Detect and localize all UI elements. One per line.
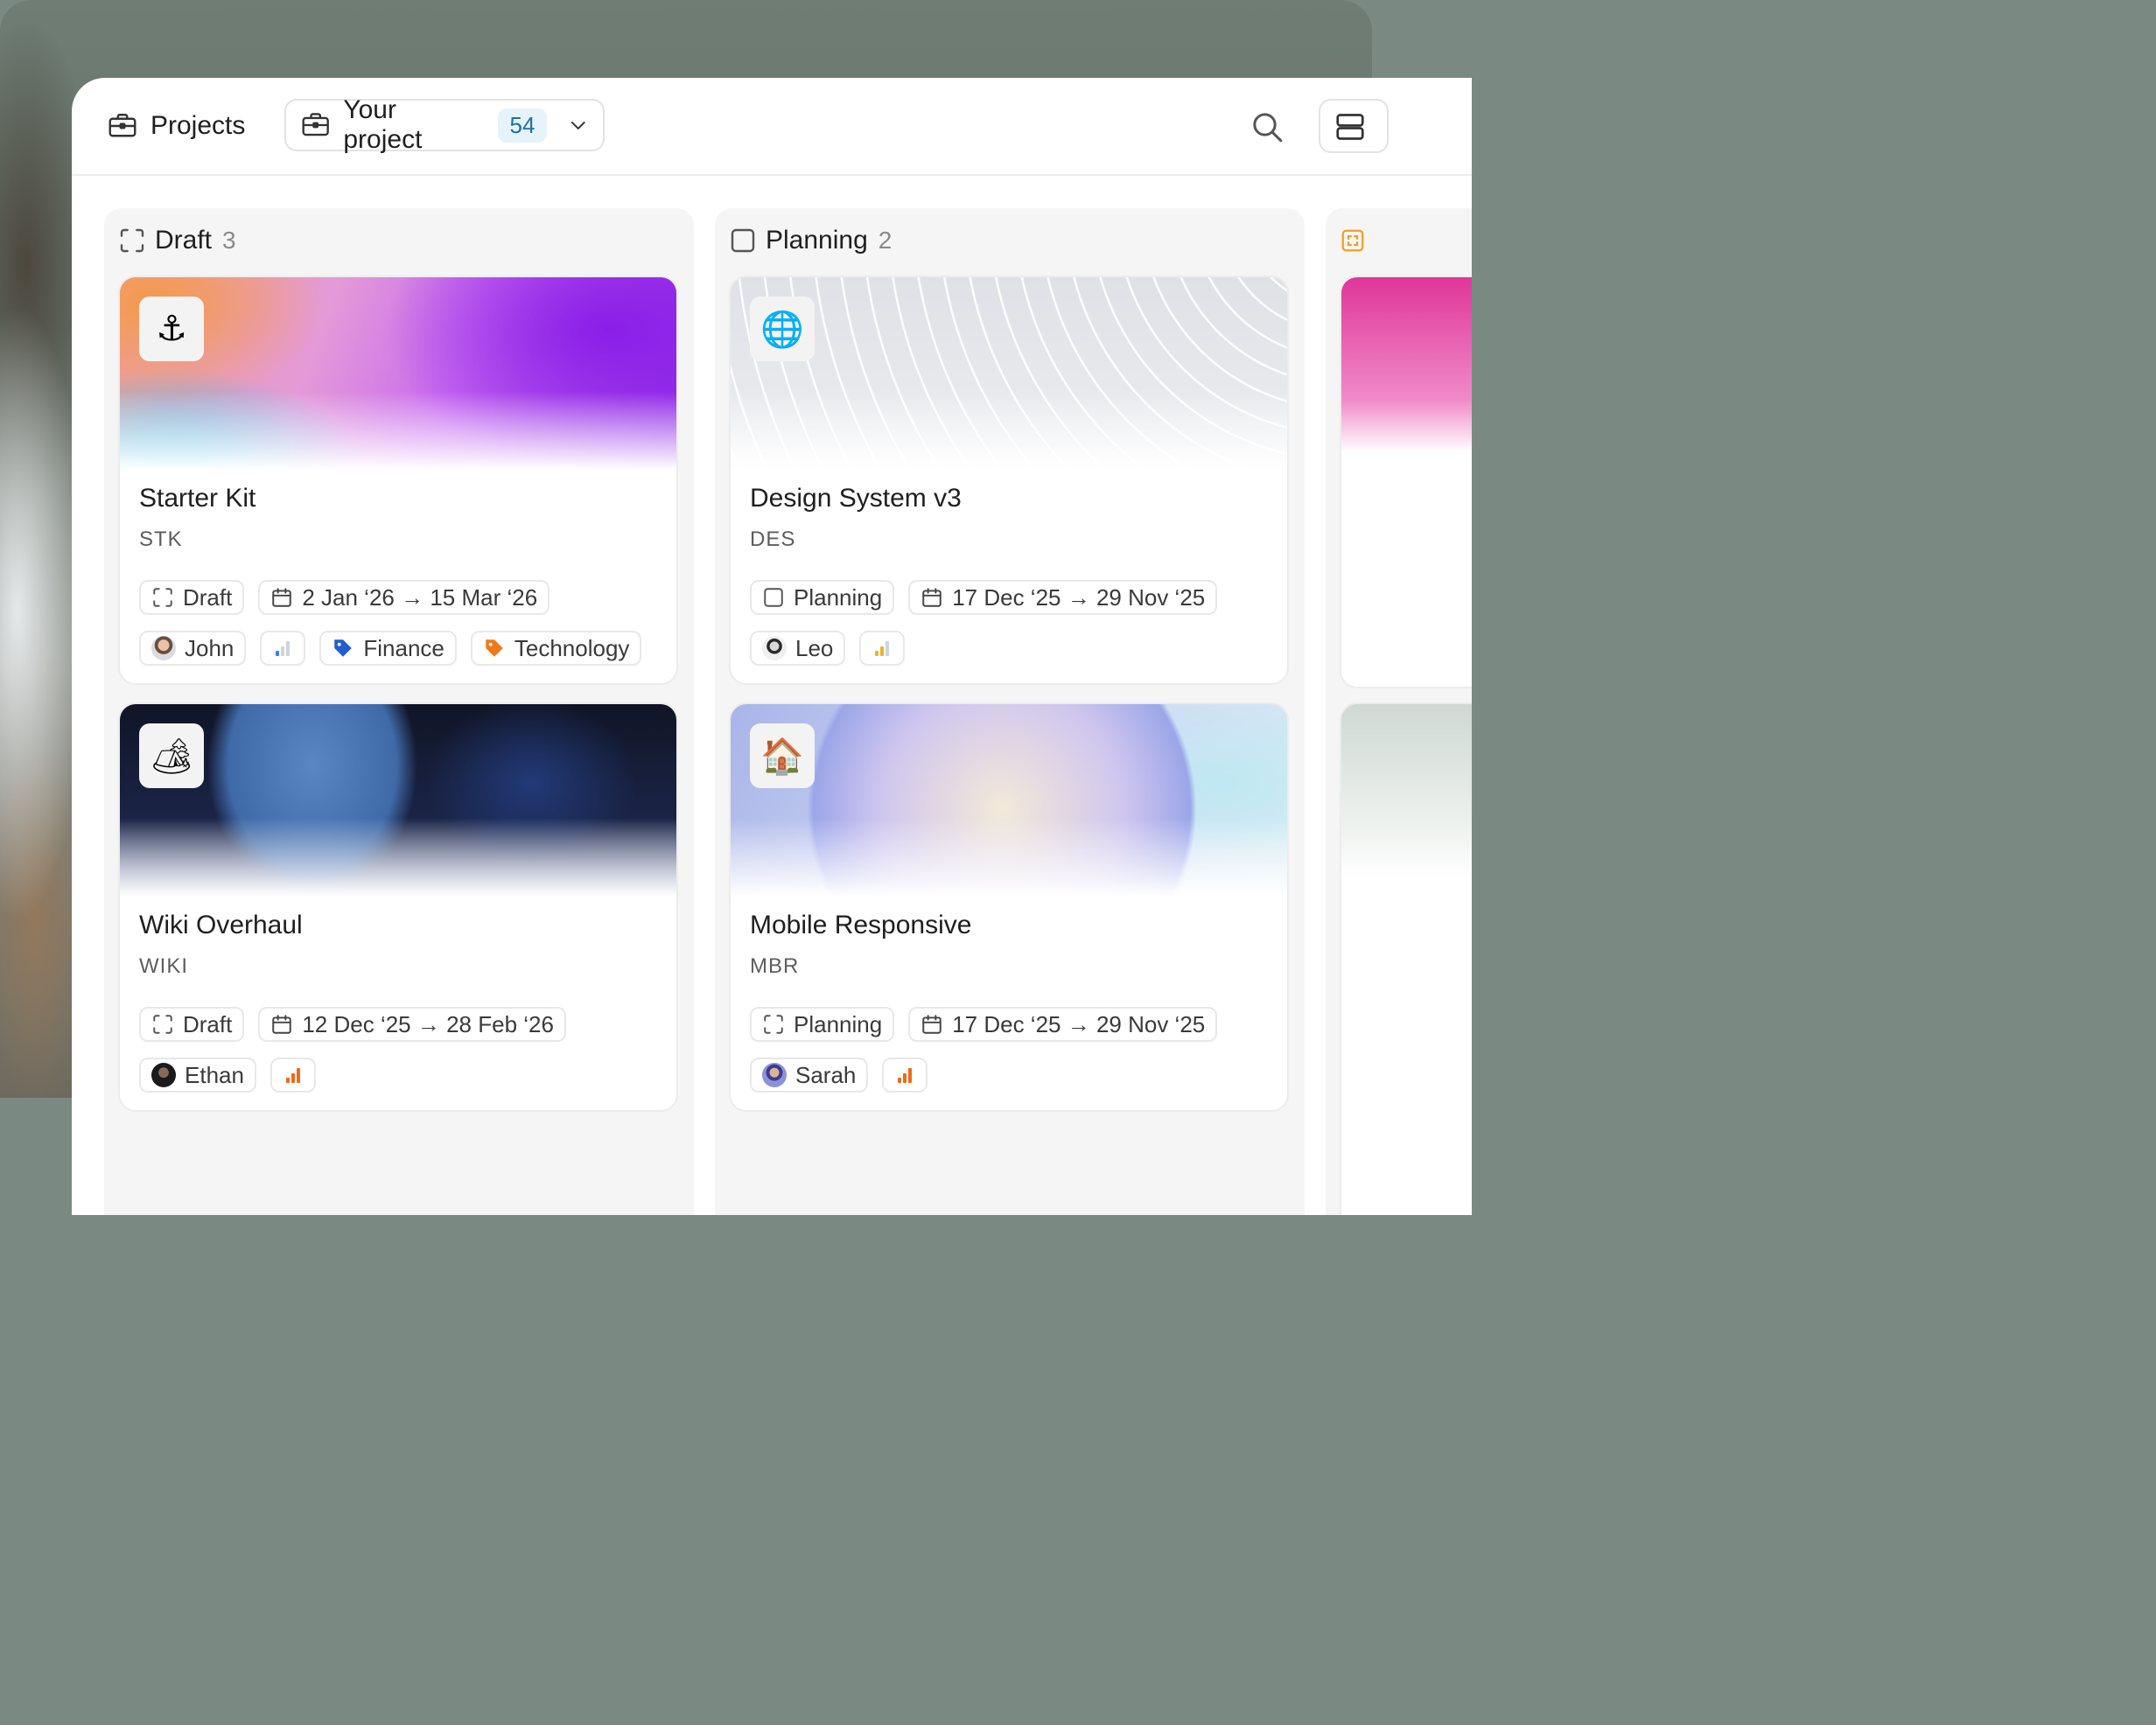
layout-rows-icon xyxy=(1336,114,1364,140)
tag-pill-technology[interactable]: Technology xyxy=(470,631,642,666)
card-key: DES xyxy=(750,527,796,551)
column-planning: Planning 2 🌐 Design System v3 DES Planni… xyxy=(715,208,1305,1215)
project-card-partial[interactable] xyxy=(1340,702,1472,1215)
column-title: Draft xyxy=(155,226,213,255)
project-card[interactable]: ⚓ Starter Kit STK Draft 2 Jan ‘26 → 15 M… xyxy=(118,276,678,685)
house-icon: 🏠 xyxy=(750,723,815,788)
column-draft: Draft 3 ⚓ Starter Kit STK Draft 2 Jan ‘2… xyxy=(104,208,694,1215)
planning-status-icon xyxy=(764,588,783,607)
card-key: WIKI xyxy=(139,954,188,978)
date-range-label: 17 Dec ‘25 → 29 Nov ‘25 xyxy=(952,583,1206,611)
priority-pill[interactable] xyxy=(270,1058,316,1093)
top-bar: Projects Your project 54 xyxy=(72,78,1472,176)
avatar xyxy=(762,636,787,660)
priority-pill[interactable] xyxy=(882,1058,928,1093)
project-card[interactable]: 🌐 Design System v3 DES Planning 17 Dec ‘… xyxy=(729,276,1289,685)
breadcrumb-label: Projects xyxy=(150,111,246,140)
priority-bars-icon xyxy=(285,1068,300,1083)
assignee-pill[interactable]: John xyxy=(139,631,247,666)
status-label: Planning xyxy=(794,1010,883,1037)
column-header: Draft 3 xyxy=(118,226,236,255)
avatar xyxy=(151,636,176,660)
calendar-icon xyxy=(272,588,292,607)
briefcase-icon xyxy=(302,113,329,136)
view-toggle-button[interactable] xyxy=(1319,99,1389,153)
priority-bars-icon xyxy=(875,641,890,656)
column-count: 2 xyxy=(878,227,892,254)
assignee-name: Sarah xyxy=(795,1061,857,1088)
column-next-partial xyxy=(1326,208,1472,1215)
calendar-icon xyxy=(272,1015,292,1034)
assignee-name: Ethan xyxy=(185,1061,244,1088)
status-pill[interactable]: Planning xyxy=(750,1007,895,1042)
calendar-icon xyxy=(922,1015,942,1034)
globe-icon: 🌐 xyxy=(750,297,815,361)
project-selector-label: Your project xyxy=(343,95,423,154)
tent-icon: 🏕 xyxy=(139,723,204,788)
project-card-partial[interactable] xyxy=(1340,276,1472,688)
project-card[interactable]: 🏠 Mobile Responsive MBR Planning 17 Dec … xyxy=(729,702,1289,1112)
assignee-pill[interactable]: Leo xyxy=(750,631,846,666)
date-range-pill[interactable]: 17 Dec ‘25 → 29 Nov ‘25 xyxy=(908,580,1218,615)
tag-label: Finance xyxy=(363,634,444,661)
status-label: Draft xyxy=(183,583,233,611)
breadcrumb[interactable]: Projects xyxy=(107,110,245,142)
status-pill[interactable]: Draft xyxy=(139,1007,245,1042)
status-pill[interactable]: Draft xyxy=(139,580,245,615)
in-progress-status-icon xyxy=(1341,229,1364,252)
date-range-label: 17 Dec ‘25 → 29 Nov ‘25 xyxy=(952,1010,1206,1037)
card-key: MBR xyxy=(750,954,800,978)
tag-icon xyxy=(486,639,503,657)
draft-status-icon xyxy=(153,588,172,607)
search-icon[interactable] xyxy=(1250,109,1284,144)
card-key: STK xyxy=(139,527,183,551)
card-cover-image xyxy=(1341,277,1472,452)
column-title: Planning xyxy=(766,226,868,255)
status-label: Draft xyxy=(183,1010,233,1037)
tag-label: Technology xyxy=(514,634,630,661)
assignee-pill[interactable]: Ethan xyxy=(139,1058,256,1093)
calendar-icon xyxy=(922,588,942,607)
card-title: Mobile Responsive xyxy=(750,911,972,939)
card-title: Starter Kit xyxy=(139,484,256,513)
priority-pill[interactable] xyxy=(260,631,306,666)
card-title: Design System v3 xyxy=(750,484,962,513)
tag-pill-finance[interactable]: Finance xyxy=(319,631,457,666)
project-count-badge: 54 xyxy=(497,108,548,143)
priority-bars-icon xyxy=(276,641,290,656)
app-window: Projects Your project 54 Draft 3 ⚓ Start… xyxy=(72,78,1472,1215)
priority-pill[interactable] xyxy=(859,631,906,666)
tag-icon xyxy=(334,639,353,657)
chevron-down-icon xyxy=(571,122,586,129)
avatar xyxy=(762,1063,787,1087)
date-range-pill[interactable]: 2 Jan ‘26 → 15 Mar ‘26 xyxy=(258,580,550,615)
priority-bars-icon xyxy=(898,1068,913,1083)
column-count: 3 xyxy=(222,227,236,254)
date-range-pill[interactable]: 17 Dec ‘25 → 29 Nov ‘25 xyxy=(908,1007,1218,1042)
status-pill[interactable]: Planning xyxy=(750,580,895,615)
assignee-name: Leo xyxy=(795,634,834,661)
project-card[interactable]: 🏕 Wiki Overhaul WIKI Draft 12 Dec ‘25 → … xyxy=(118,702,678,1112)
planning-status-icon xyxy=(731,228,755,253)
draft-status-icon xyxy=(120,228,144,253)
draft-status-icon xyxy=(153,1015,172,1034)
date-range-pill[interactable]: 12 Dec ‘25 → 28 Feb ‘26 xyxy=(258,1007,566,1042)
card-cover-image xyxy=(1341,704,1472,879)
status-label: Planning xyxy=(794,583,883,611)
draft-status-icon xyxy=(764,1015,783,1034)
project-selector[interactable]: Your project 54 xyxy=(284,95,605,154)
anchor-icon: ⚓ xyxy=(139,297,204,361)
assignee-name: John xyxy=(185,634,234,661)
column-header: Planning 2 xyxy=(729,226,892,255)
avatar xyxy=(151,1063,176,1087)
briefcase-icon xyxy=(108,114,136,137)
date-range-label: 2 Jan ‘26 → 15 Mar ‘26 xyxy=(302,583,538,611)
card-title: Wiki Overhaul xyxy=(139,911,303,939)
date-range-label: 12 Dec ‘25 → 28 Feb ‘26 xyxy=(302,1010,554,1037)
assignee-pill[interactable]: Sarah xyxy=(750,1058,869,1093)
